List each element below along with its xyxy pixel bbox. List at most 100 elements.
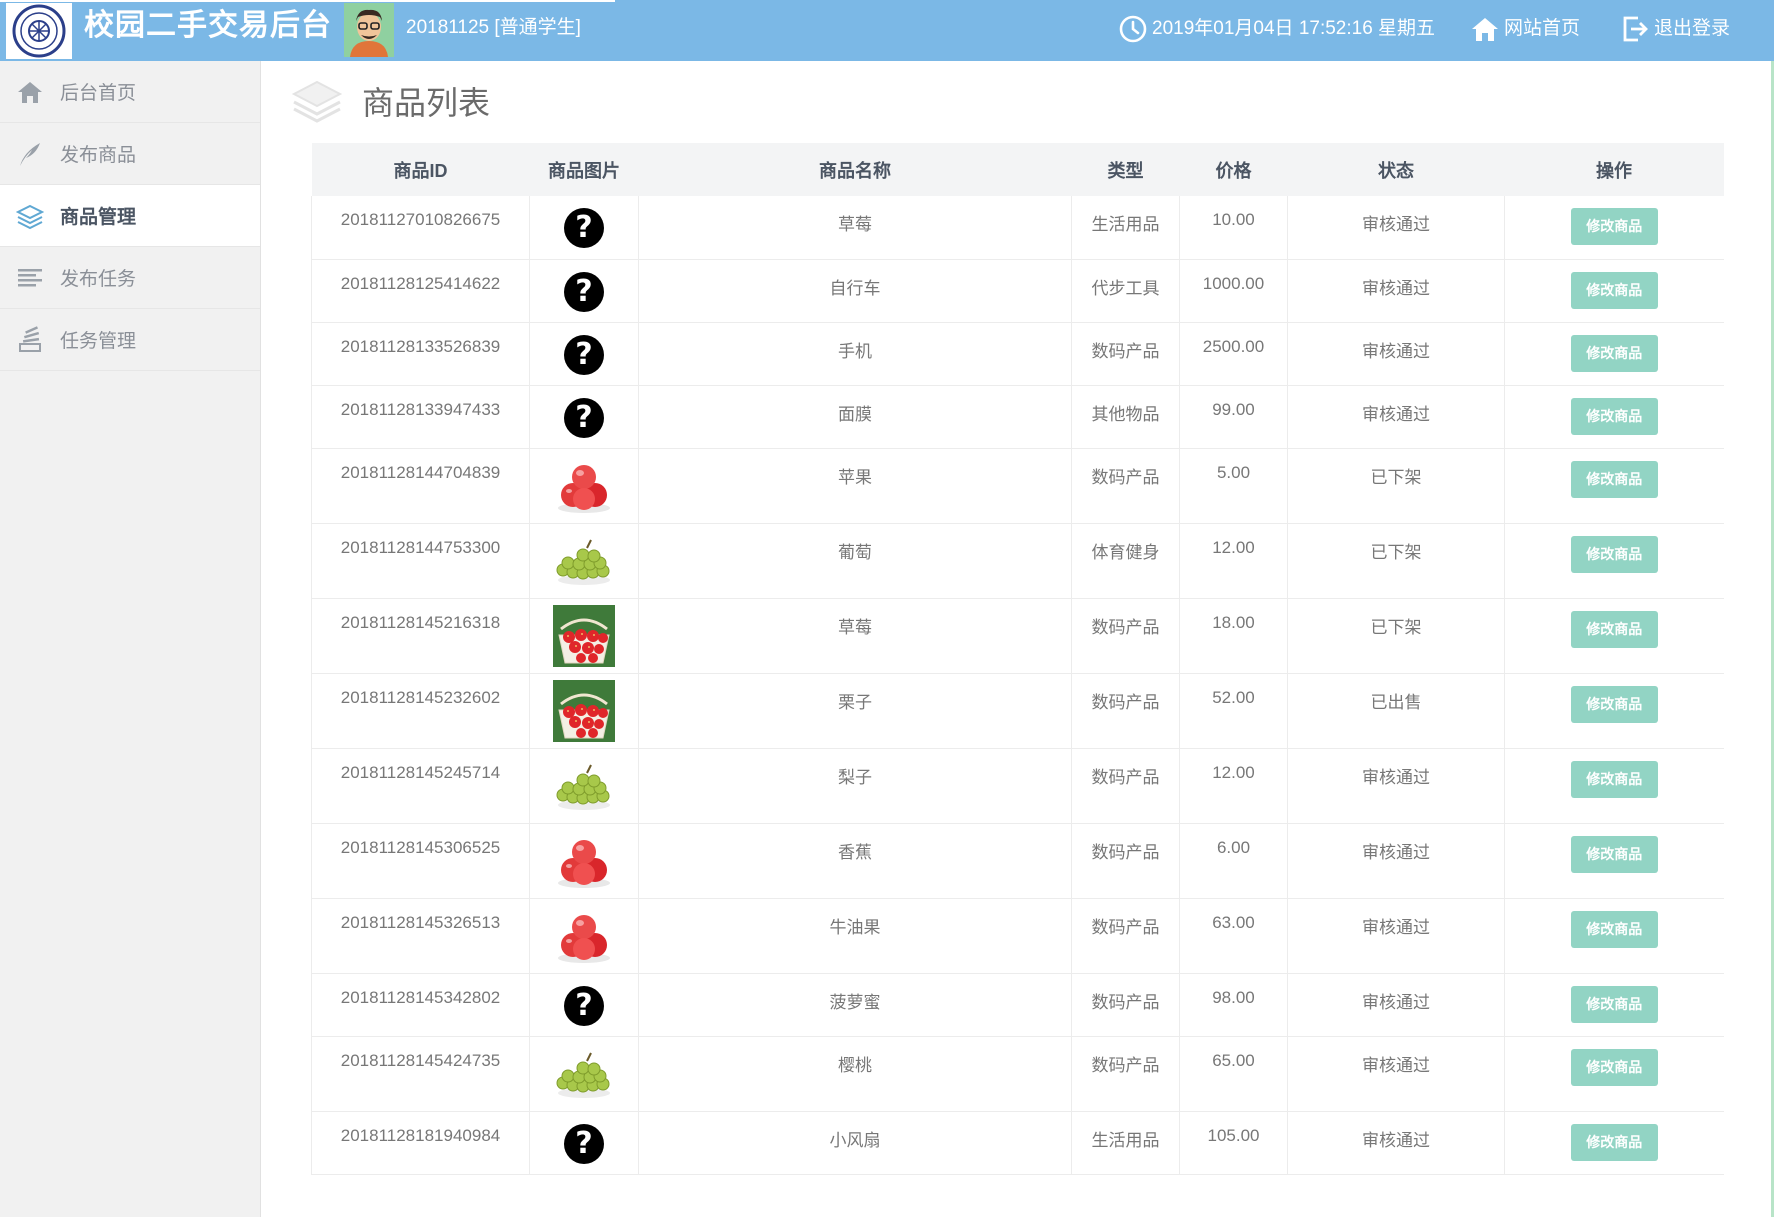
goods-status-cell: 审核通过 <box>1287 196 1505 260</box>
goods-status-cell: 审核通过 <box>1287 823 1505 899</box>
goods-name-cell: 葡萄 <box>638 523 1072 599</box>
goods-action-cell: 修改商品 <box>1504 673 1724 749</box>
edit-goods-button[interactable]: 修改商品 <box>1570 334 1658 372</box>
edit-goods-button[interactable]: 修改商品 <box>1570 1123 1658 1161</box>
goods-type-cell: 生活用品 <box>1071 1111 1180 1175</box>
grapes-thumbnail <box>556 764 610 810</box>
sidebar-item-goods-management[interactable]: 商品管理 <box>0 185 260 247</box>
goods-price-cell: 1000.00 <box>1179 259 1288 323</box>
goods-action-cell: 修改商品 <box>1504 748 1724 824</box>
goods-image-cell <box>529 448 639 524</box>
sidebar-item-label: 商品管理 <box>60 207 137 228</box>
goods-status-cell: 审核通过 <box>1287 1036 1505 1112</box>
goods-action-cell: 修改商品 <box>1504 196 1724 260</box>
goods-type-cell: 数码产品 <box>1071 598 1180 674</box>
grapes-thumbnail <box>556 539 610 585</box>
goods-type-cell: 其他物品 <box>1071 385 1180 449</box>
table-row: 20181128145306525 香蕉 数码产品 6.00 审核通过 修改商品 <box>311 823 1724 899</box>
stack-icon <box>19 325 41 352</box>
goods-id-cell: 20181128145342802 <box>311 973 530 1037</box>
goods-id-cell: 20181128145306525 <box>311 823 530 899</box>
goods-image-cell <box>529 523 639 599</box>
app-title: 校园二手交易后台 <box>84 9 332 42</box>
goods-status-cell: 审核通过 <box>1287 898 1505 974</box>
goods-type-cell: 数码产品 <box>1071 748 1180 824</box>
unknown-image-icon: ? <box>564 1123 604 1164</box>
column-header-status: 状态 <box>1287 143 1505 196</box>
table-row: 20181128145216318 草莓 数码产品 18.00 已下架 修改商品 <box>311 598 1724 674</box>
goods-name-cell: 面膜 <box>638 385 1072 449</box>
goods-price-cell: 65.00 <box>1179 1036 1288 1112</box>
goods-type-cell: 数码产品 <box>1071 973 1180 1037</box>
goods-status-cell: 审核通过 <box>1287 973 1505 1037</box>
sidebar-item-label: 任务管理 <box>60 331 137 352</box>
goods-name-cell: 菠萝蜜 <box>638 973 1072 1037</box>
feather-icon <box>20 142 40 166</box>
edit-goods-button[interactable]: 修改商品 <box>1570 460 1658 498</box>
home-icon <box>1472 18 1498 41</box>
sidebar-item-label: 发布任务 <box>60 269 137 290</box>
goods-name-cell: 自行车 <box>638 259 1072 323</box>
goods-status-cell: 审核通过 <box>1287 385 1505 449</box>
column-header-id: 商品ID <box>311 143 530 196</box>
goods-name-cell: 栗子 <box>638 673 1072 749</box>
logout-icon <box>1623 16 1648 42</box>
datetime-display: 2019年01月04日 17:52:16 星期五 <box>1118 14 1435 44</box>
strawberry-basket-thumbnail <box>553 679 615 742</box>
sidebar-item-publish-task[interactable]: 发布任务 <box>0 247 260 309</box>
goods-price-cell: 18.00 <box>1179 598 1288 674</box>
goods-id-cell: 20181128145245714 <box>311 748 530 824</box>
website-home-link[interactable]: 网站首页 <box>1470 14 1580 44</box>
edit-goods-button[interactable]: 修改商品 <box>1570 610 1658 648</box>
goods-price-cell: 6.00 <box>1179 823 1288 899</box>
goods-price-cell: 12.00 <box>1179 748 1288 824</box>
edit-goods-button[interactable]: 修改商品 <box>1570 1048 1658 1086</box>
edit-goods-button[interactable]: 修改商品 <box>1570 910 1658 948</box>
goods-status-cell: 审核通过 <box>1287 748 1505 824</box>
goods-type-cell: 生活用品 <box>1071 196 1180 260</box>
apples-thumbnail <box>558 914 610 963</box>
table-row: 20181127010826675? 草莓 生活用品 10.00 审核通过 修改商品 <box>311 196 1724 260</box>
clock-icon <box>1119 15 1147 43</box>
goods-action-cell: 修改商品 <box>1504 1036 1724 1112</box>
logout-label: 退出登录 <box>1654 18 1731 39</box>
goods-type-cell: 数码产品 <box>1071 448 1180 524</box>
edit-goods-button[interactable]: 修改商品 <box>1570 208 1658 245</box>
table-row: 20181128181940984? 小风扇 生活用品 105.00 审核通过 修改商品 <box>311 1111 1724 1175</box>
goods-price-cell: 98.00 <box>1179 973 1288 1037</box>
logout-link[interactable]: 退出登录 <box>1620 14 1730 44</box>
sidebar-item-dashboard[interactable]: 后台首页 <box>0 61 260 123</box>
edit-goods-button[interactable]: 修改商品 <box>1570 535 1658 573</box>
goods-id-cell: 20181128145232602 <box>311 673 530 749</box>
edit-goods-button[interactable]: 修改商品 <box>1570 271 1658 309</box>
goods-name-cell: 手机 <box>638 322 1072 386</box>
sidebar-item-task-management[interactable]: 任务管理 <box>0 309 260 371</box>
goods-action-cell: 修改商品 <box>1504 598 1724 674</box>
apples-thumbnail <box>558 464 610 513</box>
goods-action-cell: 修改商品 <box>1504 322 1724 386</box>
edit-goods-button[interactable]: 修改商品 <box>1570 835 1658 873</box>
goods-type-cell: 体育健身 <box>1071 523 1180 599</box>
goods-action-cell: 修改商品 <box>1504 898 1724 974</box>
grapes-thumbnail <box>556 1052 610 1098</box>
layers-icon <box>16 204 44 229</box>
goods-id-cell: 20181128144753300 <box>311 523 530 599</box>
goods-name-cell: 草莓 <box>638 598 1072 674</box>
edit-goods-button[interactable]: 修改商品 <box>1570 685 1658 723</box>
table-row: 20181128125414622? 自行车 代步工具 1000.00 审核通过 修改商品 <box>311 259 1724 323</box>
goods-type-cell: 数码产品 <box>1071 673 1180 749</box>
university-logo <box>6 3 72 59</box>
goods-name-cell: 樱桃 <box>638 1036 1072 1112</box>
goods-type-cell: 数码产品 <box>1071 322 1180 386</box>
sidebar-item-publish-goods[interactable]: 发布商品 <box>0 123 260 185</box>
edit-goods-button[interactable]: 修改商品 <box>1570 397 1658 435</box>
avatar[interactable] <box>344 3 394 57</box>
goods-action-cell: 修改商品 <box>1504 448 1724 524</box>
goods-price-cell: 52.00 <box>1179 673 1288 749</box>
edit-goods-button[interactable]: 修改商品 <box>1570 985 1658 1023</box>
goods-name-cell: 香蕉 <box>638 823 1072 899</box>
page-header: 商品列表 <box>290 76 490 126</box>
unknown-image-icon: ? <box>564 985 604 1026</box>
column-header-type: 类型 <box>1071 143 1180 196</box>
edit-goods-button[interactable]: 修改商品 <box>1570 760 1658 798</box>
